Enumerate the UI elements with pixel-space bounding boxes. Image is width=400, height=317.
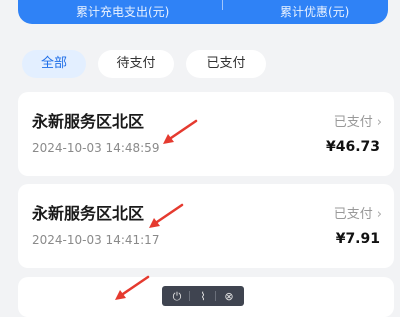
annotation-arrow-icon — [163, 119, 198, 144]
station-name: 永新服务区北区 — [32, 112, 145, 131]
tab-all[interactable]: 全部 — [22, 50, 86, 78]
order-time: 2024-10-03 14:41:17 — [32, 233, 160, 247]
order-status[interactable]: 已支付 › — [334, 203, 382, 222]
close-circle-icon[interactable]: ⊗ — [222, 290, 236, 304]
power-icon[interactable]: ⏻ — [170, 290, 184, 304]
chevron-right-icon: › — [376, 207, 382, 222]
summary-divider — [222, 0, 223, 10]
order-card[interactable]: 永新服务区北区 2024-10-03 14:41:17 已支付 › ¥7.91 — [18, 184, 394, 268]
order-status-label: 已支付 — [333, 207, 373, 222]
filter-tabs: 全部 待支付 已支付 — [0, 50, 400, 78]
order-amount: ¥46.73 — [325, 139, 380, 155]
chevron-right-icon: › — [376, 115, 382, 130]
charge-spend-label: 累计充电支出(元) — [76, 5, 170, 19]
floating-toolbar: ⏻ ⌇ ⊗ — [162, 286, 244, 306]
annotation-arrow-icon — [115, 275, 150, 300]
order-card[interactable]: 永新服务区北区 2024-10-03 14:48:59 已支付 › ¥46.73 — [18, 92, 394, 176]
order-status[interactable]: 已支付 › — [334, 111, 382, 130]
order-status-label: 已支付 — [333, 115, 373, 130]
summary-banner: 累计充电支出(元) 累计优惠(元) — [18, 0, 388, 24]
order-time: 2024-10-03 14:48:59 — [32, 141, 160, 155]
annotation-arrow-icon — [149, 203, 184, 228]
station-name: 永新服务区北区 — [32, 204, 145, 223]
order-amount: ¥7.91 — [335, 231, 380, 247]
tab-paid[interactable]: 已支付 — [186, 50, 266, 78]
bookmark-icon[interactable]: ⌇ — [196, 290, 210, 304]
tab-pending[interactable]: 待支付 — [98, 50, 174, 78]
discount-label: 累计优惠(元) — [280, 5, 350, 19]
